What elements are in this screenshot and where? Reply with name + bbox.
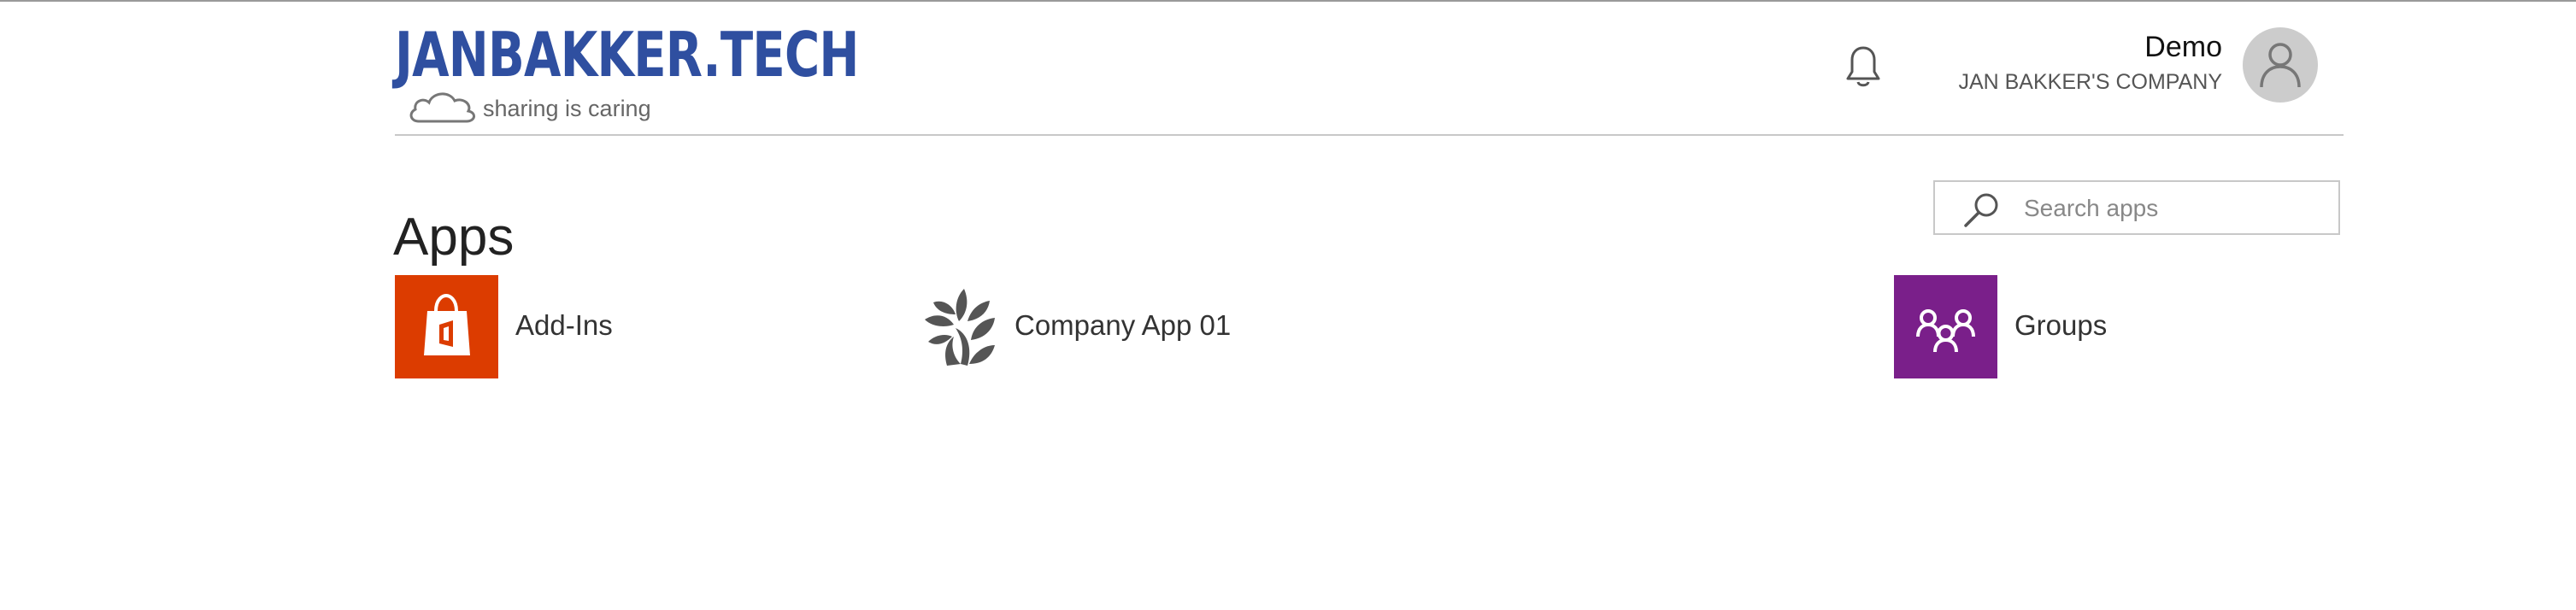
- office-store-bag-icon: [395, 275, 498, 378]
- app-tile-add-ins[interactable]: Add-Ins: [395, 275, 668, 378]
- user-name[interactable]: Demo: [2144, 31, 2222, 64]
- avatar[interactable]: [2243, 27, 2318, 103]
- logo[interactable]: JANBAKKER.TECH sharing is caring: [395, 21, 859, 123]
- search-icon: [1964, 193, 1998, 227]
- bell-icon[interactable]: [1839, 43, 1887, 91]
- search-box[interactable]: [1933, 180, 2340, 235]
- logo-title: JANBAKKER.TECH: [395, 19, 859, 91]
- user-company: JAN BAKKER'S COMPANY: [1958, 70, 2222, 94]
- search-input[interactable]: [2022, 182, 2333, 235]
- app-tile-company-app-01[interactable]: Company App 01: [911, 275, 1296, 378]
- cloud-icon: [409, 92, 475, 123]
- groups-icon: [1894, 275, 1997, 378]
- header: JANBAKKER.TECH sharing is caring Demo JA…: [395, 2, 2344, 136]
- app-label: Add-Ins: [515, 309, 613, 341]
- page-title: Apps: [393, 207, 515, 267]
- app-label: Groups: [2014, 309, 2108, 341]
- person-icon: [2260, 43, 2301, 88]
- app-tile-groups[interactable]: Groups: [1894, 275, 2167, 378]
- leaf-tree-icon: [925, 289, 995, 366]
- logo-tagline: sharing is caring: [483, 96, 651, 121]
- app-label: Company App 01: [1015, 309, 1232, 341]
